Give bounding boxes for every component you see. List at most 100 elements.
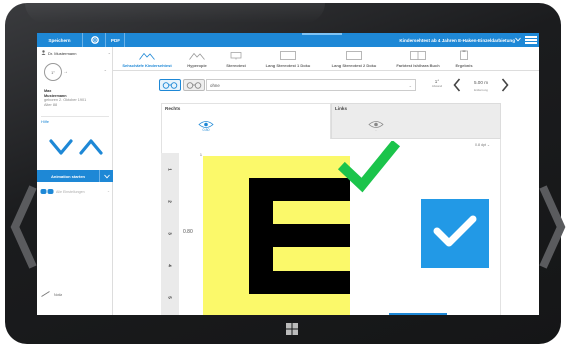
distance-number: 5.00 (473, 80, 483, 85)
distance-unit: m (484, 80, 489, 85)
chevron-right-icon[interactable] (539, 183, 566, 271)
chevron-down-icon[interactable] (515, 37, 521, 43)
user-icon (41, 50, 46, 56)
chevron-down-icon: ⌄ (408, 83, 412, 88)
tab-sehschaerfe[interactable]: Sehschärfe Kindersehtest (115, 47, 179, 71)
sidebar: Dr. Mustermann ⌄ 1° → ⌄ Max Mustermann g… (37, 47, 113, 315)
optotype-counter: 1 (200, 153, 202, 157)
monitor-icon (230, 52, 242, 61)
test-tabs: Sehschärfe Kindersehtest Hyperopie Stere… (113, 47, 539, 71)
abstand-label: Abstand (431, 84, 443, 88)
tab-label: Sehschärfe Kindersehtest (122, 63, 172, 68)
glasses-icon (40, 188, 54, 196)
top-bar: Speichern PDF Kindersehtest ab 4 Jahren … (37, 33, 539, 47)
test-controls: ohne ⌄ 1° Abstand 5.00 m Entfernung (113, 71, 539, 95)
chevron-right-icon[interactable] (501, 78, 509, 97)
letter-e-optotype (249, 178, 350, 294)
glasses-placeholder: Alle Einstellungen (56, 190, 85, 194)
pdf-button[interactable]: PDF (107, 33, 125, 47)
optotype-card[interactable] (203, 156, 350, 315)
tab-farbtest[interactable]: Farbtest Ishihara Buch (387, 47, 449, 71)
tab-ergebnis[interactable]: Ergebnis (449, 47, 479, 71)
tab-stereotest[interactable]: Stereotest (217, 47, 255, 71)
card-icon (280, 51, 296, 61)
tab-hyperopie[interactable]: Hyperopie (179, 47, 215, 71)
row-navigation (49, 139, 103, 155)
tab-label: Lang Stereotest 2 Doku (331, 63, 377, 68)
row-selector: 1 2 3 4 5 (161, 153, 179, 315)
distance-label: Entfernung (474, 88, 488, 92)
chevron-down-icon[interactable]: ⌄ (104, 67, 107, 72)
tablet-frame: Speichern PDF Kindersehtest ab 4 Jahren … (5, 3, 566, 344)
scale-value: 0.8 dpt (475, 143, 486, 147)
panel-title: Rechts (165, 106, 181, 111)
clipboard-icon (460, 50, 468, 61)
distance-stepper: 5.00 m Entfernung (453, 76, 513, 94)
mountains-icon (189, 52, 205, 61)
notes-field[interactable]: Notiz (41, 291, 62, 298)
support-button[interactable] (84, 33, 106, 47)
pencil-icon (41, 291, 51, 298)
tablet-glare (25, 3, 325, 23)
checkmark-icon (433, 213, 477, 254)
tab-label: Stereotest (226, 63, 246, 68)
tab-label: Farbtest Ishihara Buch (396, 63, 440, 68)
mountains-icon (139, 52, 155, 61)
row-number[interactable]: 2 (168, 193, 173, 211)
bottom-accent-bar (389, 313, 447, 315)
save-button[interactable]: Speichern (37, 33, 83, 47)
glasses-selector[interactable]: Alle Einstellungen ⌄ (40, 187, 112, 197)
patient-born: geboren 2. Oktober 1901 (44, 98, 87, 103)
page-title: Kindersehtest ab 4 Jahren E-Haken-Einzel… (399, 37, 515, 43)
start-animation-label: Animation starten (50, 173, 85, 179)
card-icon (346, 51, 362, 61)
top-bar-accent (302, 33, 342, 35)
scale-selector[interactable]: 0.8 dpt ⌄ (475, 143, 490, 147)
distance-value: 5.00 m (467, 80, 495, 85)
tab-label: Lang Stereotest 1 Doku (265, 63, 311, 68)
chevron-left-icon[interactable] (453, 78, 461, 97)
chevron-left-icon[interactable] (9, 183, 37, 271)
avatar: 1° (44, 63, 62, 81)
row-number[interactable]: 5 (168, 289, 173, 307)
glasses-icon (186, 76, 202, 94)
confirm-button[interactable] (421, 199, 489, 268)
chevron-down-icon[interactable] (49, 139, 73, 155)
chevron-down-icon: ⌄ (107, 50, 111, 55)
tab-label: Hyperopie (187, 63, 207, 68)
row-number[interactable]: 3 (168, 225, 173, 243)
row-number[interactable]: 4 (168, 257, 173, 275)
menu-icon[interactable] (525, 36, 537, 45)
abstand-field[interactable]: 1° Abstand (426, 77, 448, 93)
patient-card[interactable]: 1° → ⌄ Max Mustermann geboren 2. Oktober… (41, 61, 109, 117)
help-link[interactable]: Hilfe (41, 119, 49, 124)
arrow-right-icon: → (63, 69, 68, 75)
checkmark-icon (337, 141, 401, 193)
tab-label: Ergebnis (455, 63, 473, 68)
panel-right-eye[interactable]: Rechts 0.80 (161, 103, 331, 139)
app-screen: Speichern PDF Kindersehtest ab 4 Jahren … (37, 33, 539, 315)
start-animation-button[interactable]: Animation starten (37, 170, 113, 182)
row-number[interactable]: 1 (168, 161, 173, 179)
patient-details: Max Mustermann geboren 2. Oktober 1901 A… (44, 89, 86, 107)
tab-lang-stereotest-2[interactable]: Lang Stereotest 2 Doku (321, 47, 387, 71)
tab-lang-stereotest-1[interactable]: Lang Stereotest 1 Doku (255, 47, 321, 71)
glasses-toggle-off[interactable] (183, 79, 205, 91)
patient-last-name: Mustermann (44, 93, 67, 98)
correction-select[interactable]: ohne ⌄ (206, 79, 416, 91)
panel-value: - (375, 128, 377, 132)
chevron-down-icon[interactable] (99, 170, 113, 182)
doctor-name: Dr. Mustermann (48, 50, 77, 56)
doctor-selector[interactable]: Dr. Mustermann ⌄ (41, 50, 111, 56)
glasses-toggle-on[interactable] (159, 79, 181, 91)
panel-value: 0.80 (202, 128, 210, 132)
acuity-value: 0.80 (183, 229, 193, 235)
panel-title: Links (335, 106, 347, 111)
correction-value: ohne (210, 82, 220, 88)
panel-left-eye[interactable]: Links - (331, 103, 501, 139)
chevron-down-icon: ⌄ (106, 189, 110, 193)
book-icon (410, 51, 426, 61)
windows-logo-icon[interactable] (286, 323, 298, 335)
chevron-up-icon[interactable] (79, 139, 103, 155)
lifebuoy-icon (90, 35, 99, 45)
